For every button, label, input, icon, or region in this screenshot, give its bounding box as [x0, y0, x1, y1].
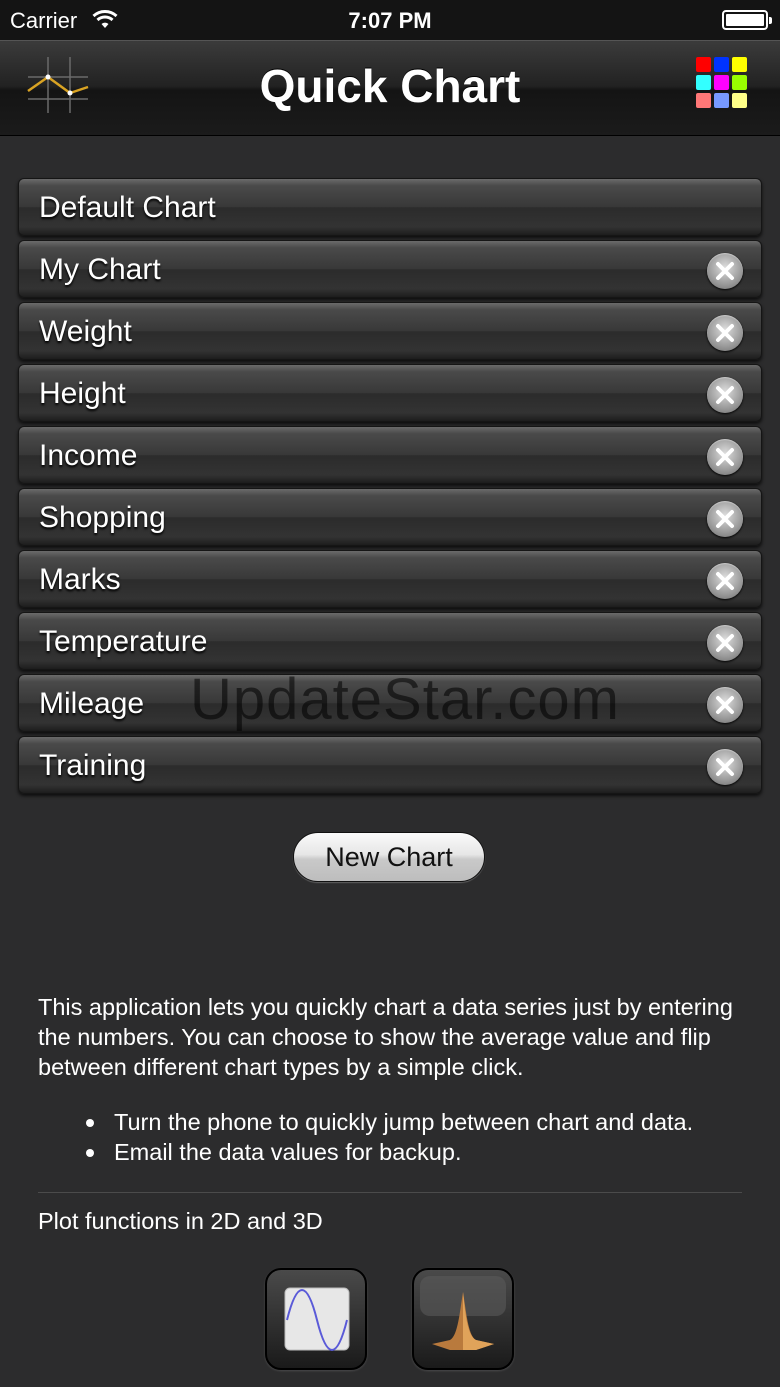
navigation-bar: Quick Chart	[0, 40, 780, 136]
app-description: This application lets you quickly chart …	[38, 994, 733, 1080]
delete-icon[interactable]	[707, 253, 743, 289]
chart-row-label: Default Chart	[39, 191, 216, 224]
chart-row[interactable]: Marks	[18, 550, 762, 608]
delete-icon[interactable]	[707, 439, 743, 475]
color-swatch	[714, 93, 729, 108]
delete-icon[interactable]	[707, 687, 743, 723]
new-chart-button[interactable]: New Chart	[293, 832, 485, 882]
chart-row-label: Height	[39, 377, 126, 410]
chart-row-label: Training	[39, 749, 147, 782]
chart-row[interactable]: My Chart	[18, 240, 762, 298]
delete-icon[interactable]	[707, 501, 743, 537]
delete-icon[interactable]	[707, 625, 743, 661]
chart-row-label: Weight	[39, 315, 132, 348]
battery-icon	[722, 10, 772, 30]
chart-row-label: Marks	[39, 563, 121, 596]
chart-row[interactable]: Income	[18, 426, 762, 484]
color-swatch	[732, 57, 747, 72]
feature-item: Turn the phone to quickly jump between c…	[84, 1107, 693, 1137]
chart-row[interactable]: Shopping	[18, 488, 762, 546]
feature-list: Turn the phone to quickly jump between c…	[84, 1107, 693, 1167]
color-swatch	[732, 75, 747, 90]
chart-row-label: Income	[39, 439, 138, 472]
status-bar: Carrier 7:07 PM	[0, 0, 780, 40]
chart-row[interactable]: Height	[18, 364, 762, 422]
color-swatch	[696, 57, 711, 72]
color-swatch	[714, 57, 729, 72]
chart-row-label: Temperature	[39, 625, 208, 658]
sine-wave-2d-plot-icon[interactable]	[265, 1268, 367, 1370]
chart-list: Default Chart My Chart Weight Height Income S…	[18, 178, 762, 798]
color-swatch	[714, 75, 729, 90]
color-swatch	[696, 93, 711, 108]
chart-row[interactable]: Default Chart	[18, 178, 762, 236]
chart-row-label: My Chart	[39, 253, 161, 286]
clock: 7:07 PM	[348, 8, 432, 33]
divider	[38, 1192, 742, 1193]
color-swatch	[696, 75, 711, 90]
chart-row[interactable]: Mileage	[18, 674, 762, 732]
color-grid-icon[interactable]	[696, 57, 750, 111]
chart-row-label: Shopping	[39, 501, 166, 534]
delete-icon[interactable]	[707, 377, 743, 413]
delete-icon[interactable]	[707, 563, 743, 599]
chart-row[interactable]: Weight	[18, 302, 762, 360]
chart-row[interactable]: Temperature	[18, 612, 762, 670]
feature-item: Email the data values for backup.	[84, 1137, 693, 1167]
chart-row[interactable]: Training	[18, 736, 762, 794]
delete-icon[interactable]	[707, 749, 743, 785]
page-title: Quick Chart	[259, 60, 521, 112]
3d-surface-peak-icon[interactable]	[412, 1268, 514, 1370]
delete-icon[interactable]	[707, 315, 743, 351]
plot-functions-label: Plot functions in 2D and 3D	[38, 1208, 323, 1234]
color-swatch	[732, 93, 747, 108]
chart-row-label: Mileage	[39, 687, 145, 720]
